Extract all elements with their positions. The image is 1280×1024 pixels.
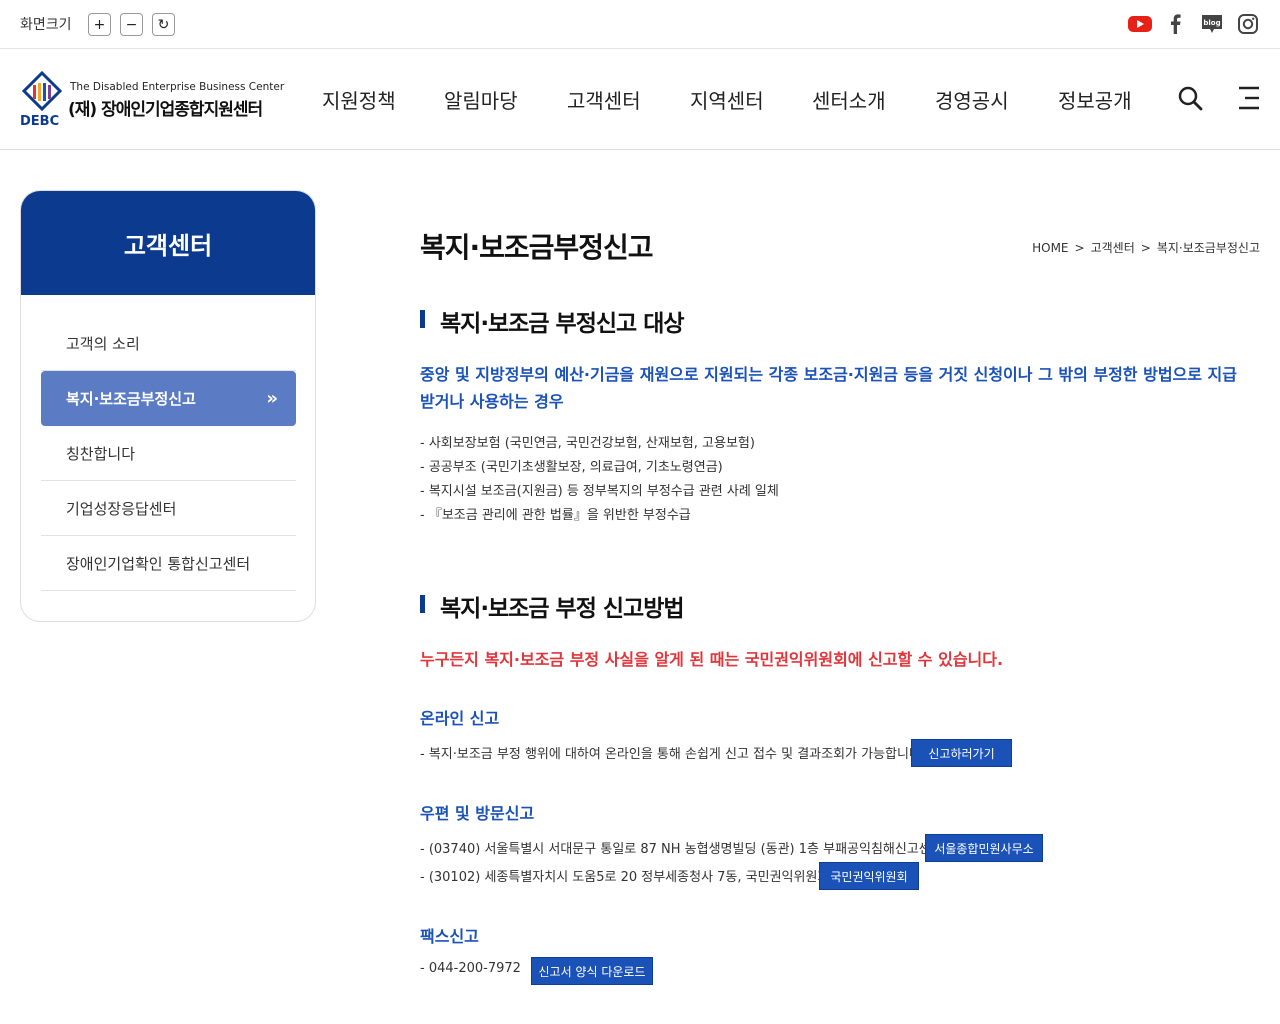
list-item: - 『보조금 관리에 관한 법률』을 위반한 부정수급 (420, 508, 691, 523)
site-logo[interactable]: DEBC The Disabled Enterprise Business Ce… (20, 71, 285, 127)
youtube-icon[interactable] (1127, 11, 1153, 37)
sidebar-title: 고객센터 (21, 191, 315, 295)
breadcrumb-current: 복지·보조금부정신고 (1156, 241, 1260, 255)
nav-item-support-policy[interactable]: 지원정책 (322, 85, 396, 114)
sidebar-item-label: 장애인기업확인 통합신고센터 (66, 554, 251, 573)
mail-address-row: - (30102) 세종특별자치시 도움5로 20 정부세종청사 7동, 국민권… (420, 870, 830, 885)
breadcrumb: HOME > 고객센터 > 복지·보조금부정신고 (1032, 239, 1260, 256)
plus-icon: + (93, 16, 106, 33)
site-header: DEBC The Disabled Enterprise Business Ce… (0, 49, 1280, 150)
logo-mark-text: DEBC (20, 114, 59, 127)
section-lead-report-method: 누구든지 복지·보조금 부정 사실을 알게 된 때는 국민권익위원회에 신고할 … (420, 650, 1004, 669)
nav-item-about[interactable]: 센터소개 (812, 85, 886, 114)
sidebar-item-welfare-fraud-report[interactable]: 복지·보조금부정신고 » (41, 371, 296, 426)
instagram-icon[interactable] (1235, 11, 1261, 37)
logo-english-name: The Disabled Enterprise Business Center (70, 81, 285, 93)
list-item: - 사회보장보험 (국민연금, 국민건강보험, 산재보험, 고용보험) (420, 436, 755, 451)
fax-number: - 044-200-7972 (420, 961, 521, 976)
blog-icon[interactable]: blog (1199, 11, 1225, 37)
sidebar-item-growth-response-center[interactable]: 기업성장응답센터 (41, 481, 296, 536)
sidebar-item-integrated-report-center[interactable]: 장애인기업확인 통합신고센터 (41, 536, 296, 591)
sidebar: 고객센터 고객의 소리 복지·보조금부정신고 » 칭찬합니다 기업성장응답센터 장… (20, 190, 316, 622)
breadcrumb-customer-center[interactable]: 고객센터 (1091, 241, 1135, 255)
go-report-button[interactable]: 신고하러가기 (911, 739, 1012, 767)
nav-item-customer-center[interactable]: 고객센터 (567, 85, 641, 114)
sidebar-item-customer-voice[interactable]: 고객의 소리 (41, 316, 296, 371)
facebook-icon[interactable] (1163, 11, 1189, 37)
section-title-report-target: 복지·보조금 부정신고 대상 (420, 304, 685, 338)
screen-size-label: 화면크기 (20, 17, 72, 33)
online-report-text: - 복지·보조금 부정 행위에 대하여 온라인을 통해 손쉽게 신고 접수 및 … (420, 747, 926, 762)
sidebar-menu: 고객의 소리 복지·보조금부정신고 » 칭찬합니다 기업성장응답센터 장애인기업확… (41, 316, 296, 591)
download-form-button[interactable]: 신고서 양식 다운로드 (531, 957, 653, 985)
breadcrumb-separator: > (1074, 241, 1085, 255)
nav-item-disclosure[interactable]: 경영공시 (935, 85, 1009, 114)
logo-korean-name: (재) 장애인기업종합지원센터 (68, 100, 263, 120)
utility-bar: 화면크기 + − ↻ blog (0, 0, 1280, 49)
search-icon[interactable] (1177, 85, 1203, 111)
breadcrumb-separator: > (1140, 241, 1151, 255)
zoom-in-button[interactable]: + (88, 13, 111, 36)
debc-logo-mark: DEBC (20, 71, 63, 127)
sidebar-item-label: 기업성장응답센터 (66, 499, 177, 518)
section-lead-report-target: 중앙 및 지방정부의 예산·기금을 재원으로 지원되는 각종 보조금·지원금 등… (420, 365, 1237, 411)
nav-item-regional-center[interactable]: 지역센터 (690, 85, 764, 114)
blog-icon-label: blog (1203, 19, 1220, 27)
minus-icon: − (125, 16, 138, 33)
page-title: 복지·보조금부정신고 (420, 231, 653, 264)
sidebar-item-label: 복지·보조금부정신고 (66, 390, 196, 408)
subsection-title-mail-visit: 우편 및 방문신고 (420, 804, 535, 823)
seoul-civil-office-button[interactable]: 서울종합민원사무소 (925, 834, 1043, 862)
nav-item-notice[interactable]: 알림마당 (444, 85, 518, 114)
breadcrumb-home[interactable]: HOME (1032, 241, 1068, 255)
nav-item-info-open[interactable]: 정보공개 (1058, 85, 1132, 114)
zoom-reset-button[interactable]: ↻ (152, 13, 175, 36)
menu-icon[interactable] (1237, 85, 1263, 111)
acrc-button[interactable]: 국민권익위원회 (819, 862, 919, 890)
list-item: - 복지시설 보조금(지원금) 등 정부복지의 부정수급 관련 사례 일체 (420, 484, 779, 499)
refresh-icon: ↻ (157, 16, 170, 33)
sidebar-item-label: 고객의 소리 (66, 334, 140, 353)
subsection-title-online: 온라인 신고 (420, 709, 500, 728)
double-chevron-right-icon: » (266, 388, 278, 409)
mail-address-row: - (03740) 서울특별시 서대문구 통일로 87 NH 농협생명빌딩 (동… (420, 842, 943, 857)
sidebar-item-praise[interactable]: 칭찬합니다 (41, 426, 296, 481)
subsection-title-fax: 팩스신고 (420, 927, 479, 946)
list-item: - 공공부조 (국민기초생활보장, 의료급여, 기초노령연금) (420, 460, 723, 475)
sidebar-item-label: 칭찬합니다 (66, 444, 136, 463)
zoom-out-button[interactable]: − (120, 13, 143, 36)
section-title-report-method: 복지·보조금 부정 신고방법 (420, 589, 685, 623)
